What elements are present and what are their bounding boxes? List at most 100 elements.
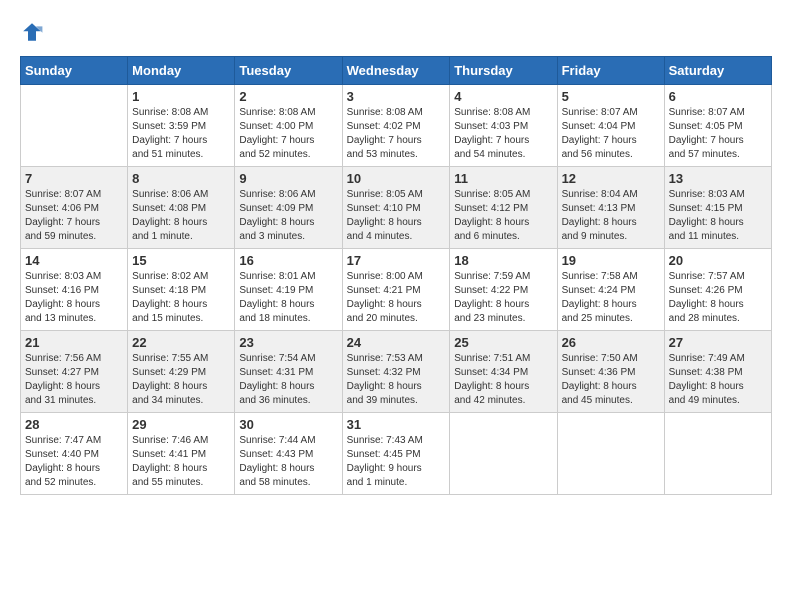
day-number: 20 [669, 253, 767, 268]
day-number: 9 [239, 171, 337, 186]
day-number: 30 [239, 417, 337, 432]
calendar-cell: 19 Sunrise: 7:58 AM Sunset: 4:24 PM Dayli… [557, 249, 664, 331]
calendar-week-3: 14 Sunrise: 8:03 AM Sunset: 4:16 PM Dayli… [21, 249, 772, 331]
day-info: Sunrise: 7:58 AM Sunset: 4:24 PM Dayligh… [562, 270, 660, 326]
day-number: 11 [454, 171, 552, 186]
day-info: Sunrise: 8:00 AM Sunset: 4:21 PM Dayligh… [347, 270, 446, 326]
day-info: Sunrise: 8:08 AM Sunset: 3:59 PM Dayligh… [132, 106, 230, 162]
calendar-cell: 24Sunrise: 7:53 AM Sunset: 4:32 PM Dayli… [342, 331, 450, 413]
day-number: 2 [239, 89, 337, 104]
calendar-cell: 30 Sunrise: 7:44 AM Sunset: 4:43 PM Dayli… [235, 413, 342, 495]
calendar-cell: 11 Sunrise: 8:05 AM Sunset: 4:12 PM Dayli… [450, 167, 557, 249]
calendar-cell: 10Sunrise: 8:05 AM Sunset: 4:10 PM Dayli… [342, 167, 450, 249]
day-info: Sunrise: 8:07 AM Sunset: 4:05 PM Dayligh… [669, 106, 767, 162]
calendar-table: SundayMondayTuesdayWednesdayThursdayFrid… [20, 56, 772, 495]
calendar-week-5: 28 Sunrise: 7:47 AM Sunset: 4:40 PM Dayli… [21, 413, 772, 495]
column-header-tuesday: Tuesday [235, 57, 342, 85]
calendar-cell: 2 Sunrise: 8:08 AM Sunset: 4:00 PM Daylig… [235, 85, 342, 167]
day-info: Sunrise: 8:06 AM Sunset: 4:09 PM Dayligh… [239, 188, 337, 244]
calendar-cell: 8 Sunrise: 8:06 AM Sunset: 4:08 PM Daylig… [128, 167, 235, 249]
calendar-cell: 13Sunrise: 8:03 AM Sunset: 4:15 PM Dayli… [664, 167, 771, 249]
day-number: 19 [562, 253, 660, 268]
header-row: SundayMondayTuesdayWednesdayThursdayFrid… [21, 57, 772, 85]
day-info: Sunrise: 8:06 AM Sunset: 4:08 PM Dayligh… [132, 188, 230, 244]
calendar-cell [557, 413, 664, 495]
day-number: 12 [562, 171, 660, 186]
calendar-cell: 12 Sunrise: 8:04 AM Sunset: 4:13 PM Dayli… [557, 167, 664, 249]
day-info: Sunrise: 8:05 AM Sunset: 4:12 PM Dayligh… [454, 188, 552, 244]
calendar-cell: 26 Sunrise: 7:50 AM Sunset: 4:36 PM Dayli… [557, 331, 664, 413]
day-info: Sunrise: 8:08 AM Sunset: 4:02 PM Dayligh… [347, 106, 446, 162]
day-number: 29 [132, 417, 230, 432]
calendar-cell: 7Sunrise: 8:07 AM Sunset: 4:06 PM Daylig… [21, 167, 128, 249]
calendar-cell: 3 Sunrise: 8:08 AM Sunset: 4:02 PM Daylig… [342, 85, 450, 167]
day-number: 1 [132, 89, 230, 104]
column-header-monday: Monday [128, 57, 235, 85]
calendar-cell: 6Sunrise: 8:07 AM Sunset: 4:05 PM Daylig… [664, 85, 771, 167]
calendar-cell: 14 Sunrise: 8:03 AM Sunset: 4:16 PM Dayli… [21, 249, 128, 331]
day-number: 4 [454, 89, 552, 104]
day-info: Sunrise: 7:53 AM Sunset: 4:32 PM Dayligh… [347, 352, 446, 408]
column-header-friday: Friday [557, 57, 664, 85]
day-info: Sunrise: 7:49 AM Sunset: 4:38 PM Dayligh… [669, 352, 767, 408]
logo [20, 20, 48, 44]
day-info: Sunrise: 7:56 AM Sunset: 4:27 PM Dayligh… [25, 352, 123, 408]
day-info: Sunrise: 7:51 AM Sunset: 4:34 PM Dayligh… [454, 352, 552, 408]
calendar-cell: 28 Sunrise: 7:47 AM Sunset: 4:40 PM Dayli… [21, 413, 128, 495]
day-number: 18 [454, 253, 552, 268]
day-number: 26 [562, 335, 660, 350]
day-info: Sunrise: 7:59 AM Sunset: 4:22 PM Dayligh… [454, 270, 552, 326]
day-number: 3 [347, 89, 446, 104]
day-info: Sunrise: 8:03 AM Sunset: 4:16 PM Dayligh… [25, 270, 123, 326]
calendar-cell: 21Sunrise: 7:56 AM Sunset: 4:27 PM Dayli… [21, 331, 128, 413]
calendar-cell: 22Sunrise: 7:55 AM Sunset: 4:29 PM Dayli… [128, 331, 235, 413]
calendar-cell: 15 Sunrise: 8:02 AM Sunset: 4:18 PM Dayli… [128, 249, 235, 331]
calendar-cell: 23Sunrise: 7:54 AM Sunset: 4:31 PM Dayli… [235, 331, 342, 413]
calendar-week-1: 1 Sunrise: 8:08 AM Sunset: 3:59 PM Daylig… [21, 85, 772, 167]
day-number: 14 [25, 253, 123, 268]
column-header-saturday: Saturday [664, 57, 771, 85]
day-number: 13 [669, 171, 767, 186]
day-info: Sunrise: 7:46 AM Sunset: 4:41 PM Dayligh… [132, 434, 230, 490]
calendar-cell: 29 Sunrise: 7:46 AM Sunset: 4:41 PM Dayli… [128, 413, 235, 495]
day-number: 8 [132, 171, 230, 186]
calendar-cell: 27 Sunrise: 7:49 AM Sunset: 4:38 PM Dayli… [664, 331, 771, 413]
header [20, 20, 772, 44]
day-number: 25 [454, 335, 552, 350]
day-number: 16 [239, 253, 337, 268]
column-header-sunday: Sunday [21, 57, 128, 85]
day-number: 28 [25, 417, 123, 432]
calendar-cell: 1 Sunrise: 8:08 AM Sunset: 3:59 PM Daylig… [128, 85, 235, 167]
day-number: 17 [347, 253, 446, 268]
day-info: Sunrise: 8:08 AM Sunset: 4:03 PM Dayligh… [454, 106, 552, 162]
day-number: 5 [562, 89, 660, 104]
calendar-cell [450, 413, 557, 495]
day-info: Sunrise: 7:50 AM Sunset: 4:36 PM Dayligh… [562, 352, 660, 408]
calendar-cell: 4 Sunrise: 8:08 AM Sunset: 4:03 PM Daylig… [450, 85, 557, 167]
calendar-week-2: 7Sunrise: 8:07 AM Sunset: 4:06 PM Daylig… [21, 167, 772, 249]
calendar-cell [21, 85, 128, 167]
day-info: Sunrise: 7:57 AM Sunset: 4:26 PM Dayligh… [669, 270, 767, 326]
day-number: 31 [347, 417, 446, 432]
calendar-week-4: 21Sunrise: 7:56 AM Sunset: 4:27 PM Dayli… [21, 331, 772, 413]
calendar-cell: 17 Sunrise: 8:00 AM Sunset: 4:21 PM Dayli… [342, 249, 450, 331]
calendar-cell: 16Sunrise: 8:01 AM Sunset: 4:19 PM Dayli… [235, 249, 342, 331]
day-info: Sunrise: 8:02 AM Sunset: 4:18 PM Dayligh… [132, 270, 230, 326]
calendar-cell: 20 Sunrise: 7:57 AM Sunset: 4:26 PM Dayli… [664, 249, 771, 331]
day-info: Sunrise: 7:43 AM Sunset: 4:45 PM Dayligh… [347, 434, 446, 490]
calendar-cell: 5 Sunrise: 8:07 AM Sunset: 4:04 PM Daylig… [557, 85, 664, 167]
calendar-cell: 31 Sunrise: 7:43 AM Sunset: 4:45 PM Dayli… [342, 413, 450, 495]
column-header-thursday: Thursday [450, 57, 557, 85]
calendar-cell [664, 413, 771, 495]
day-info: Sunrise: 7:55 AM Sunset: 4:29 PM Dayligh… [132, 352, 230, 408]
day-info: Sunrise: 7:47 AM Sunset: 4:40 PM Dayligh… [25, 434, 123, 490]
day-number: 23 [239, 335, 337, 350]
calendar-cell: 18 Sunrise: 7:59 AM Sunset: 4:22 PM Dayli… [450, 249, 557, 331]
day-number: 27 [669, 335, 767, 350]
day-info: Sunrise: 8:07 AM Sunset: 4:06 PM Dayligh… [25, 188, 123, 244]
day-info: Sunrise: 8:08 AM Sunset: 4:00 PM Dayligh… [239, 106, 337, 162]
day-info: Sunrise: 8:07 AM Sunset: 4:04 PM Dayligh… [562, 106, 660, 162]
day-info: Sunrise: 7:44 AM Sunset: 4:43 PM Dayligh… [239, 434, 337, 490]
day-info: Sunrise: 8:04 AM Sunset: 4:13 PM Dayligh… [562, 188, 660, 244]
day-number: 15 [132, 253, 230, 268]
